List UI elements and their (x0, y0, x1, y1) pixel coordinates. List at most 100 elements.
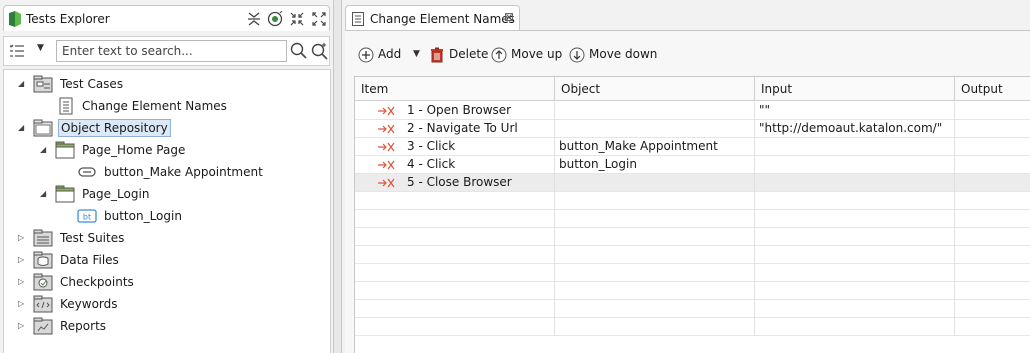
empty-cell (555, 282, 755, 300)
cell-item[interactable]: 4 - Click (355, 156, 555, 174)
expand-arrow-icon[interactable]: ◢ (18, 124, 26, 132)
cell-object[interactable]: button_Make Appointment (555, 138, 755, 156)
cell-item[interactable]: 1 - Open Browser (355, 102, 555, 120)
tests-explorer-tab[interactable]: Tests Explorer (3, 5, 330, 31)
collapse-arrow-icon[interactable]: ▷ (18, 278, 26, 286)
explorer-tree: ◢ Test Cases Change Element Names ◢ Obje… (3, 69, 331, 353)
tree-item-page-login[interactable]: ◢ Page_Login (4, 184, 324, 204)
cell-output[interactable] (955, 156, 1030, 174)
tree-item-test-cases[interactable]: ◢ Test Cases (4, 74, 324, 94)
cell-output[interactable] (955, 120, 1030, 138)
test-object-icon (78, 167, 96, 177)
tree-item-test-suites[interactable]: ▷ Test Suites (4, 228, 324, 248)
move-down-button[interactable]: Move down (569, 46, 657, 64)
table-row[interactable]: 4 - Click button_Login (355, 156, 1030, 174)
column-header-item[interactable]: Item (355, 77, 555, 101)
maximize-icon[interactable] (310, 10, 328, 28)
move-down-label: Move down (589, 47, 658, 61)
data-files-icon (33, 251, 53, 269)
empty-cell (555, 300, 755, 318)
empty-cell (755, 300, 955, 318)
expand-arrow-icon[interactable]: ◢ (40, 190, 48, 198)
collapse-arrow-icon[interactable]: ▷ (18, 300, 26, 308)
test-suites-icon (33, 229, 53, 247)
tree-item-data-files[interactable]: ▷ Data Files (4, 250, 324, 270)
collapse-arrow-icon[interactable]: ▷ (18, 322, 26, 330)
empty-cell (955, 210, 1030, 228)
empty-cell (755, 318, 955, 336)
table-row[interactable]: 5 - Close Browser (355, 174, 1030, 192)
tree-item-object-repository[interactable]: ◢ Object Repository (4, 118, 324, 138)
tree-item-button-make-appointment[interactable]: button_Make Appointment (4, 162, 324, 182)
empty-cell (355, 300, 555, 318)
table-row[interactable]: 2 - Navigate To Url "http://demoaut.katal… (355, 120, 1030, 138)
add-dropdown-arrow-icon[interactable]: ▼ (413, 49, 420, 59)
column-header-input[interactable]: Input (755, 77, 955, 101)
cell-input[interactable] (755, 138, 955, 156)
collapse-arrow-icon[interactable]: ▷ (18, 234, 26, 242)
tree-item-reports[interactable]: ▷ Reports (4, 316, 324, 336)
step-label: 4 - Click (407, 157, 456, 171)
move-up-button[interactable]: Move up (491, 46, 563, 64)
reports-icon (33, 317, 53, 335)
trash-icon (431, 47, 443, 63)
cell-input[interactable]: "" (755, 102, 955, 120)
test-case-editor-panel: Change Element Names ⊠ Add ▼ Delete Move… (341, 0, 1030, 353)
collapse-arrow-icon[interactable]: ▷ (18, 256, 26, 264)
tree-item-page-home-page[interactable]: ◢ Page_Home Page (4, 140, 324, 160)
empty-cell (755, 246, 955, 264)
tree-item-button-login[interactable]: bt button_Login (4, 206, 324, 226)
empty-cell (955, 318, 1030, 336)
filter-list-icon[interactable] (9, 43, 25, 59)
cell-item[interactable]: 3 - Click (355, 138, 555, 156)
tree-item-label: Reports (60, 319, 107, 333)
column-header-object[interactable]: Object (555, 77, 755, 101)
empty-cell (955, 300, 1030, 318)
step-label: 2 - Navigate To Url (407, 121, 518, 135)
add-button[interactable]: Add (358, 46, 413, 64)
step-label: 1 - Open Browser (407, 103, 512, 117)
object-repository-icon (33, 119, 53, 137)
cell-object[interactable]: button_Login (555, 156, 755, 174)
tree-item-label: button_Login (104, 209, 182, 223)
collapse-all-icon[interactable] (245, 10, 263, 28)
tree-item-checkpoints[interactable]: ▷ Checkpoints (4, 272, 324, 292)
tree-item-label: Data Files (60, 253, 119, 267)
step-icon (378, 160, 395, 170)
editor-tab-change-element-names[interactable]: Change Element Names ⊠ (345, 5, 520, 31)
column-header-output[interactable]: Output (955, 77, 1030, 101)
keywords-icon (33, 295, 53, 313)
cell-object[interactable] (555, 120, 755, 138)
tree-item-label: Checkpoints (60, 275, 134, 289)
delete-button[interactable]: Delete (429, 46, 489, 64)
link-with-editor-icon[interactable] (266, 10, 284, 28)
test-cases-folder-icon (33, 75, 53, 93)
cell-output[interactable] (955, 174, 1030, 192)
empty-table-row (355, 228, 1030, 246)
close-tab-icon[interactable]: ⊠ (504, 10, 514, 24)
advanced-search-icon[interactable] (311, 42, 329, 60)
expand-arrow-icon[interactable]: ◢ (40, 146, 48, 154)
cell-output[interactable] (955, 102, 1030, 120)
cell-item[interactable]: 5 - Close Browser (355, 174, 555, 192)
cell-output[interactable] (955, 138, 1030, 156)
empty-table-row (355, 300, 1030, 318)
minimize-icon[interactable] (288, 10, 306, 28)
search-input[interactable] (56, 40, 287, 62)
cell-input[interactable] (755, 156, 955, 174)
tree-item-keywords[interactable]: ▷ Keywords (4, 294, 324, 314)
folder-icon (55, 141, 75, 159)
empty-cell (555, 318, 755, 336)
cell-item[interactable]: 2 - Navigate To Url (355, 120, 555, 138)
cell-object[interactable] (555, 102, 755, 120)
empty-cell (355, 210, 555, 228)
cell-object[interactable] (555, 174, 755, 192)
filter-dropdown-arrow-icon[interactable]: ▼ (37, 43, 44, 53)
tree-item-change-element-names[interactable]: Change Element Names (4, 96, 324, 116)
expand-arrow-icon[interactable]: ◢ (18, 80, 26, 88)
cell-input[interactable]: "http://demoaut.katalon.com/" (755, 120, 955, 138)
table-row[interactable]: 3 - Click button_Make Appointment (355, 138, 1030, 156)
table-row[interactable]: 1 - Open Browser "" (355, 102, 1030, 120)
search-icon[interactable] (290, 42, 308, 60)
cell-input[interactable] (755, 174, 955, 192)
